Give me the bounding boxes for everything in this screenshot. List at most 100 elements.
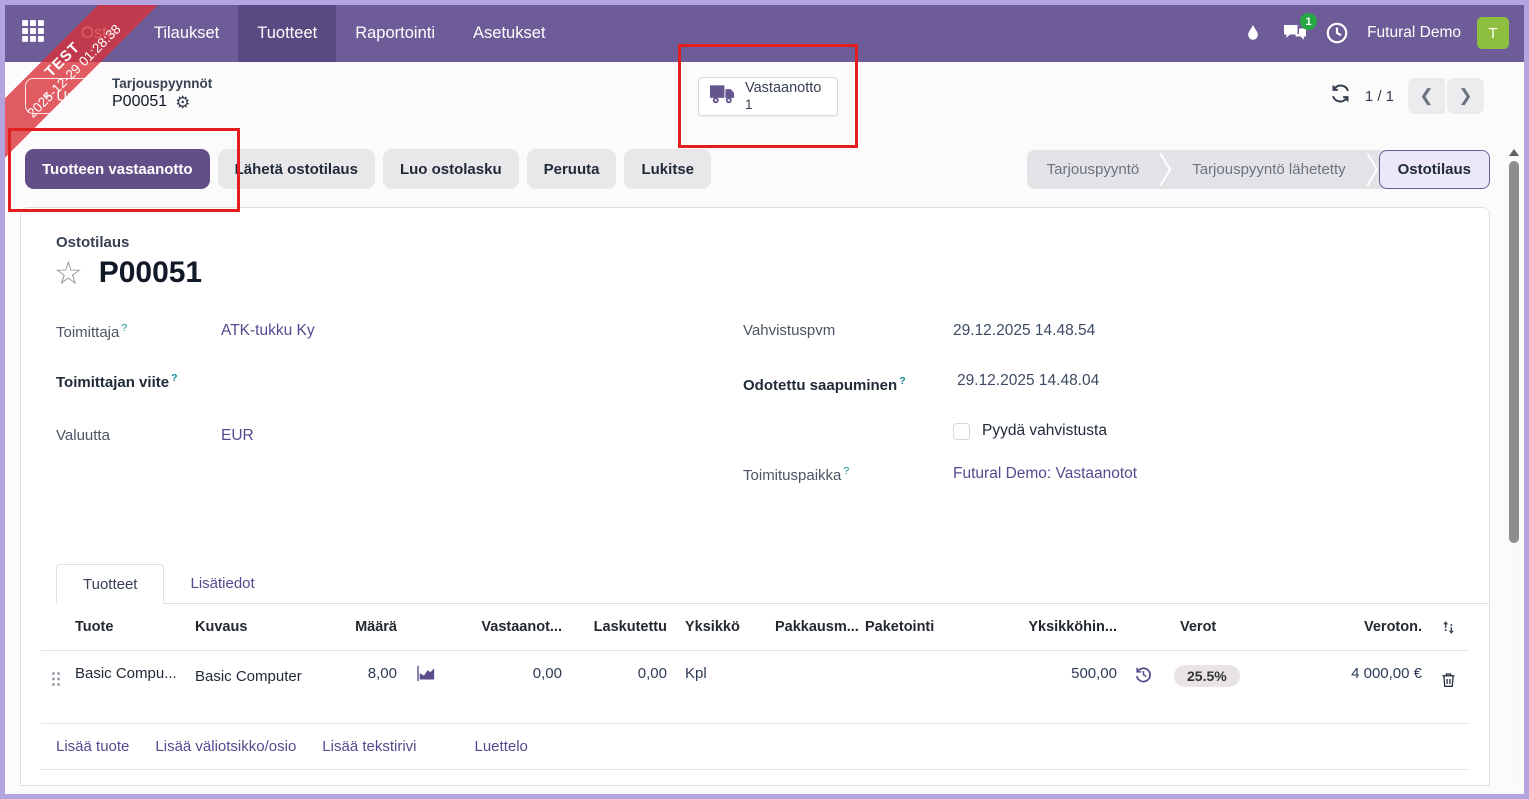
user-menu[interactable]: Futural Demo: [1367, 24, 1461, 42]
new-record-button[interactable]: + Uusi: [25, 78, 104, 114]
col-received[interactable]: Vastaanot...: [451, 619, 566, 635]
top-navbar: Osto Tilaukset Tuotteet Raportointi Aset…: [4, 4, 1525, 62]
receipt-smart-button[interactable]: Vastaanotto 1: [698, 77, 838, 116]
navbar-app-name[interactable]: Osto: [62, 4, 135, 62]
status-bar: Tarjouspyyntö Tarjouspyyntö lähetetty Os…: [1026, 150, 1490, 189]
truck-icon: [709, 83, 736, 110]
help-icon: ?: [171, 372, 178, 384]
chevron-divider-icon: [1366, 150, 1379, 189]
status-step-purchase-order[interactable]: Ostotilaus: [1378, 150, 1490, 189]
cell-description[interactable]: Basic Computer: [191, 665, 326, 688]
col-product[interactable]: Tuote: [71, 619, 191, 635]
currency-label: Valuutta: [56, 427, 110, 444]
tax-badge[interactable]: 25.5%: [1174, 665, 1240, 687]
create-bill-button[interactable]: Luo ostolasku: [382, 149, 519, 189]
col-quantity[interactable]: Määrä: [326, 619, 401, 635]
col-billed[interactable]: Laskutettu: [566, 619, 671, 635]
ask-confirmation-label: Pyydä vahvistusta: [982, 422, 1107, 440]
vertical-scrollbar[interactable]: [1507, 145, 1521, 791]
pager: 1 / 1 ❮ ❯: [1330, 78, 1484, 114]
order-line-row[interactable]: Basic Compu... Basic Computer 8,00 0,00 …: [41, 651, 1469, 724]
model-label: Ostotilaus: [56, 234, 130, 251]
scrollbar-thumb[interactable]: [1509, 161, 1519, 543]
messages-icon[interactable]: 1: [1277, 13, 1318, 51]
refresh-icon[interactable]: [1330, 83, 1351, 109]
avatar[interactable]: T: [1477, 17, 1509, 49]
expected-arrival-label: Odotettu saapuminen?: [743, 375, 906, 394]
help-icon: ?: [843, 465, 850, 478]
apps-grid-icon: [20, 18, 46, 49]
scrollbar-up-arrow[interactable]: [1509, 149, 1519, 156]
navbar-left: Osto Tilaukset Tuotteet Raportointi Aset…: [4, 4, 564, 62]
forecast-chart-icon[interactable]: [401, 665, 451, 682]
currency-field[interactable]: EUR: [221, 425, 254, 453]
cell-uom[interactable]: Kpl: [671, 665, 771, 682]
drag-handle-icon[interactable]: [41, 665, 71, 687]
cell-billed[interactable]: 0,00: [566, 665, 671, 682]
droplet-icon[interactable]: [1235, 15, 1271, 51]
catalog-link[interactable]: Luettelo: [475, 738, 528, 755]
delete-line-trash-icon[interactable]: [1426, 665, 1471, 689]
navbar-item-tilaukset[interactable]: Tilaukset: [135, 4, 238, 62]
add-note-link[interactable]: Lisää tekstirivi: [322, 738, 416, 755]
expected-arrival-field[interactable]: 29.12.2025 14.48.04: [953, 370, 1099, 399]
supplier-field[interactable]: ATK-tukku Ky: [221, 320, 315, 348]
activities-clock-icon[interactable]: [1319, 15, 1355, 51]
breadcrumb-current: P00051: [112, 93, 168, 110]
pager-previous-button[interactable]: ❮: [1408, 78, 1445, 114]
form-sheet: Ostotilaus ☆ P00051 Toimittaja? ATK-tukk…: [20, 207, 1490, 786]
col-taxes[interactable]: Verot: [1166, 619, 1266, 635]
status-step-rfq-sent[interactable]: Tarjouspyyntö lähetetty: [1172, 150, 1365, 189]
col-description[interactable]: Kuvaus: [191, 619, 326, 635]
action-button-row: Tuotteen vastaanotto Lähetä ostotilaus L…: [25, 149, 711, 189]
add-section-link[interactable]: Lisää väliotsikko/osio: [155, 738, 296, 755]
cell-unit-price[interactable]: 500,00: [951, 665, 1121, 682]
pager-count: 1 / 1: [1364, 87, 1394, 105]
deliver-to-field[interactable]: Futural Demo: Vastaanotot: [953, 463, 1137, 491]
ask-confirmation-checkbox[interactable]: [953, 422, 971, 440]
lock-button[interactable]: Lukitse: [624, 149, 711, 189]
receive-products-button[interactable]: Tuotteen vastaanotto: [25, 149, 210, 189]
chevron-divider-icon: [1159, 150, 1172, 189]
cell-untaxed: 4 000,00 €: [1351, 665, 1422, 682]
action-gear-icon[interactable]: ⚙: [175, 94, 190, 111]
favorite-star-icon[interactable]: ☆: [54, 257, 83, 289]
tab-other-info[interactable]: Lisätiedot: [164, 564, 280, 603]
plus-icon: +: [42, 87, 52, 105]
cell-received[interactable]: 0,00: [451, 665, 566, 682]
pager-next-button[interactable]: ❯: [1447, 78, 1484, 114]
navbar-item-raportointi[interactable]: Raportointi: [336, 4, 454, 62]
col-packaging[interactable]: Paketointi: [861, 619, 951, 635]
messages-badge: 1: [1300, 13, 1318, 30]
apps-menu-button[interactable]: [4, 4, 62, 62]
cancel-button[interactable]: Peruuta: [526, 149, 617, 189]
col-unit-price[interactable]: Yksikköhin...: [951, 619, 1121, 635]
table-footer-links: Lisää tuote Lisää väliotsikko/osio Lisää…: [41, 724, 1469, 770]
supplier-label: Toimittaja?: [56, 322, 128, 341]
add-product-link[interactable]: Lisää tuote: [56, 738, 129, 755]
price-history-icon[interactable]: [1121, 665, 1166, 684]
cell-quantity[interactable]: 8,00: [326, 665, 401, 682]
status-step-rfq[interactable]: Tarjouspyyntö: [1027, 150, 1160, 189]
smart-button-label: Vastaanotto: [745, 80, 822, 97]
notebook-tabs: Tuotteet Lisätiedot: [56, 564, 1489, 604]
table-header-row: Tuote Kuvaus Määrä Vastaanot... Laskutet…: [41, 604, 1469, 651]
navbar-item-tuotteet[interactable]: Tuotteet: [238, 4, 337, 62]
col-packaging-qty[interactable]: Pakkausm...: [771, 619, 861, 635]
breadcrumb-parent[interactable]: Tarjouspyynnöt: [112, 76, 212, 91]
confirmation-date-field[interactable]: 29.12.2025 14.48.54: [953, 320, 1095, 348]
confirmation-date-label: Vahvistuspvm: [743, 322, 836, 339]
navbar-item-asetukset[interactable]: Asetukset: [454, 4, 564, 62]
tab-products[interactable]: Tuotteet: [56, 564, 165, 604]
optional-columns-icon[interactable]: [1426, 619, 1471, 636]
cell-product[interactable]: Basic Compu...: [71, 665, 191, 682]
odoo-purchase-order-page: Osto Tilaukset Tuotteet Raportointi Aset…: [0, 0, 1529, 799]
breadcrumb: Tarjouspyynnöt P00051 ⚙: [112, 76, 212, 111]
col-untaxed[interactable]: Veroton.: [1266, 619, 1426, 635]
col-uom[interactable]: Yksikkö: [671, 619, 771, 635]
smart-button-count: 1: [745, 97, 753, 113]
help-icon: ?: [899, 375, 906, 387]
deliver-to-label: Toimituspaikka?: [743, 465, 850, 485]
send-po-button[interactable]: Lähetä ostotilaus: [217, 149, 375, 189]
help-icon: ?: [121, 322, 128, 334]
